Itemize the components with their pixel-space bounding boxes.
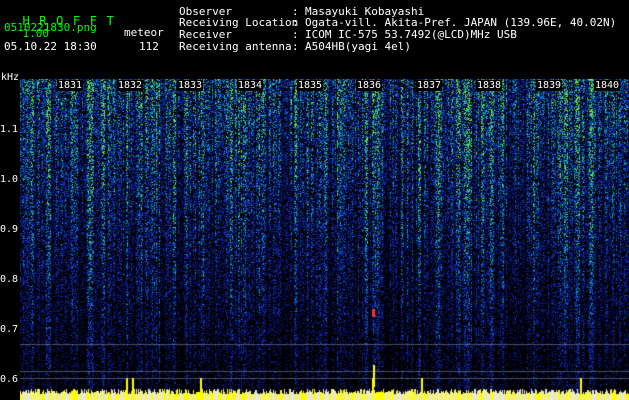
freq-tick-label: 0.6 xyxy=(0,374,19,385)
freq-tick-label: 1.0 xyxy=(0,174,19,185)
time-tick-label: 1833 xyxy=(177,80,204,91)
antenna-value: A504HB(yagi 4el) xyxy=(305,40,411,53)
time-tick-label: 1836 xyxy=(356,80,383,91)
freq-tick-label: 0.7 xyxy=(0,324,19,335)
spectrogram xyxy=(20,79,629,400)
time-tick-label: 1840 xyxy=(594,80,621,91)
time-tick-label: 1839 xyxy=(536,80,563,91)
antenna-label: Receiving antenna xyxy=(179,40,292,53)
time-tick-label: 1834 xyxy=(237,80,264,91)
freq-tick-label: 1.1 xyxy=(0,124,19,135)
time-tick-label: 1838 xyxy=(476,80,503,91)
datetime: 05.10.22 18:30 xyxy=(4,40,97,53)
meteor-count: 112 xyxy=(139,40,159,53)
spectrogram-canvas xyxy=(20,79,629,400)
time-tick-label: 1832 xyxy=(117,80,144,91)
freq-tick-label: 0.9 xyxy=(0,224,19,235)
time-tick-label: 1835 xyxy=(297,80,324,91)
time-tick-label: 1831 xyxy=(57,80,84,91)
detection-mode: meteor xyxy=(124,26,164,39)
freq-tick-label: 0.8 xyxy=(0,274,19,285)
colon: : xyxy=(292,40,299,53)
filename: 0510221830.png xyxy=(4,21,97,34)
freq-unit-label: kHz xyxy=(1,72,20,83)
time-tick-label: 1837 xyxy=(416,80,443,91)
